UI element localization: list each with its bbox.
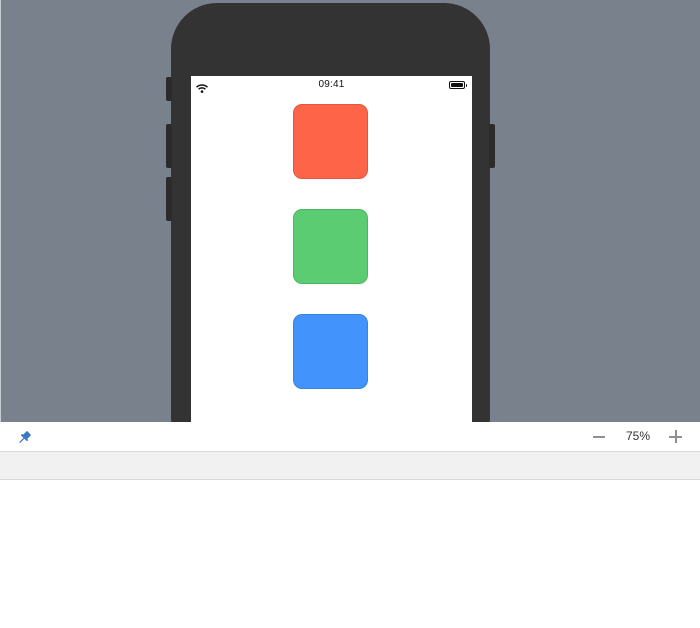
volume-up-button [166, 124, 172, 168]
green-square[interactable] [293, 209, 368, 284]
battery-icon [449, 81, 467, 89]
power-button [489, 124, 495, 168]
pin-icon[interactable] [17, 430, 32, 450]
red-square[interactable] [293, 104, 368, 179]
preview-toolbar: 75% [0, 422, 700, 452]
device-screen: 09:41 [191, 76, 472, 422]
status-time: 09:41 [318, 79, 345, 90]
status-bar: 09:41 [191, 76, 472, 94]
blue-square[interactable] [293, 314, 368, 389]
zoom-level: 75% [625, 429, 651, 443]
divider-bar [0, 452, 700, 480]
plus-icon[interactable] [667, 428, 685, 446]
volume-down-button [166, 177, 172, 221]
preview-canvas: 09:41 [0, 0, 700, 422]
bottom-panel [0, 480, 700, 628]
mute-switch [166, 77, 172, 101]
minus-icon[interactable] [590, 428, 608, 446]
